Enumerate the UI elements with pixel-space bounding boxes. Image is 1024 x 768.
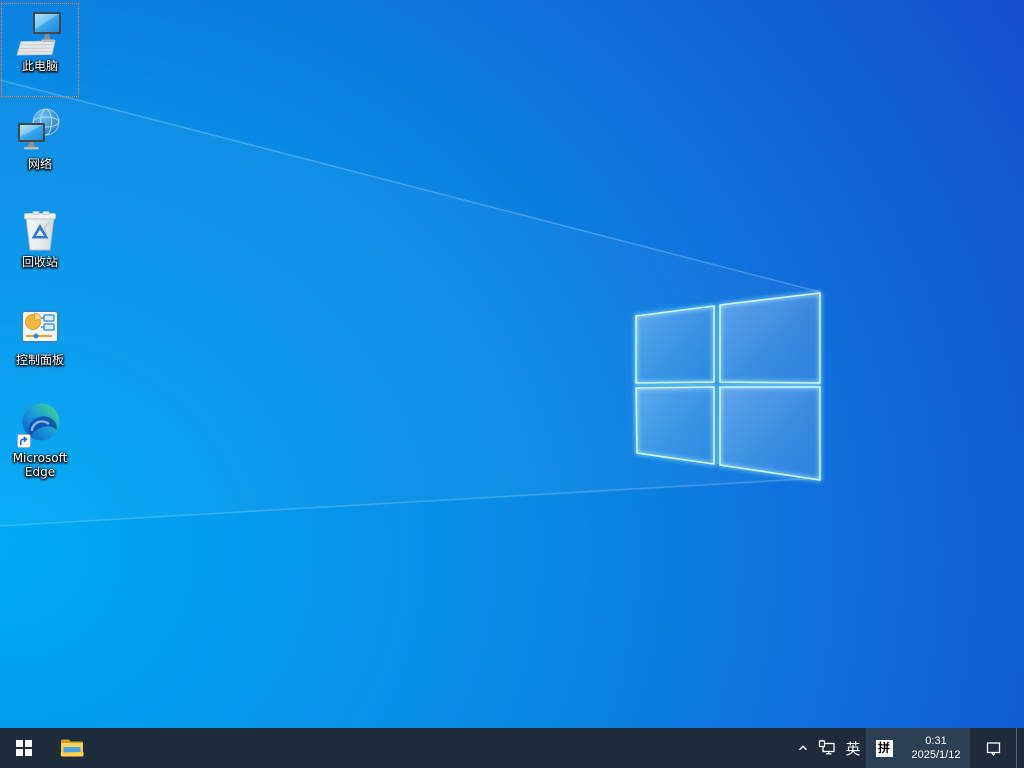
windows-logo-icon <box>15 739 33 757</box>
desktop-icon-control-panel[interactable]: 控制面板 <box>1 297 79 391</box>
ime-language-label: 英 <box>845 740 861 758</box>
system-tray: 英 拼 0:31 2025/1/12 <box>792 728 1024 768</box>
desktop-icon-label: 回收站 <box>21 255 58 269</box>
desktop-icon-label: 此电脑 <box>21 59 58 73</box>
recycle-bin-icon <box>24 211 56 251</box>
chevron-up-icon <box>799 745 807 751</box>
desktop-icon-label: 网络 <box>27 157 52 171</box>
desktop-icon-label: Microsoft Edge <box>12 451 68 479</box>
file-explorer-button[interactable] <box>48 728 96 768</box>
wallpaper-windows-logo <box>0 79 822 527</box>
network-desktop-icon <box>18 108 60 150</box>
desktop-icon-network[interactable]: 网络 <box>1 101 79 195</box>
show-desktop-button[interactable] <box>1016 728 1024 768</box>
clock-button[interactable]: 0:31 2025/1/12 <box>902 728 970 768</box>
file-explorer-icon <box>60 739 84 757</box>
start-button[interactable] <box>0 728 48 768</box>
ime-mode-button[interactable]: 拼 <box>866 728 902 768</box>
show-hidden-icons-button[interactable] <box>792 728 814 768</box>
clock-date: 2025/1/12 <box>911 749 961 761</box>
action-center-icon <box>986 741 1000 756</box>
desktop: 此电脑 网络 回收站 控制面板 Microsoft Edge 英 拼 0:31 … <box>0 0 1024 768</box>
network-tray-button[interactable] <box>814 728 840 768</box>
desktop-icon-recycle-bin[interactable]: 回收站 <box>1 199 79 293</box>
clock-time: 0:31 <box>925 735 947 747</box>
action-center-button[interactable] <box>970 728 1016 768</box>
ime-language-button[interactable]: 英 <box>840 728 866 768</box>
taskbar: 英 拼 0:31 2025/1/12 <box>0 728 1024 768</box>
desktop-icon-microsoft-edge[interactable]: Microsoft Edge <box>1 395 79 489</box>
ethernet-network-icon <box>818 739 835 755</box>
control-panel-icon <box>21 310 59 343</box>
desktop-icon-this-pc[interactable]: 此电脑 <box>1 3 79 97</box>
desktop-icon-label: 控制面板 <box>15 353 64 367</box>
microsoft-edge-icon <box>17 403 60 448</box>
this-pc-icon <box>16 12 61 56</box>
ime-mode-icon: 拼 <box>875 739 893 757</box>
